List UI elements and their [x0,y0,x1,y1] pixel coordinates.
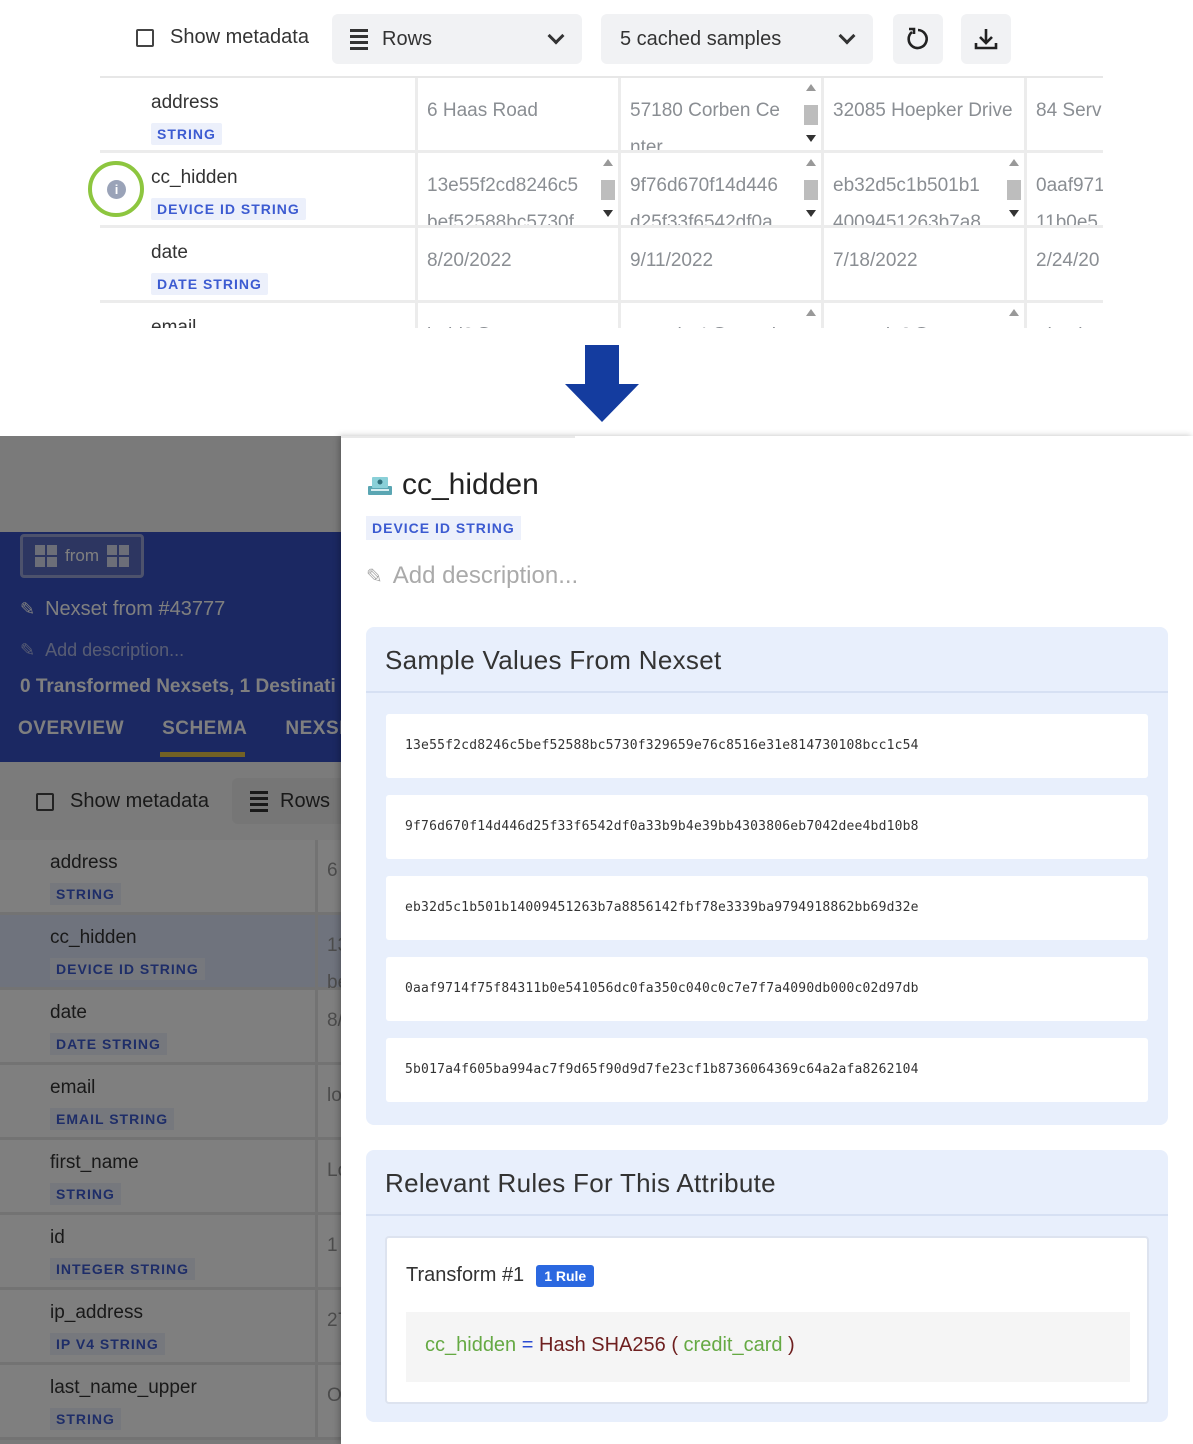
down-arrow-head [565,384,639,422]
rule-function: Hash SHA256 [539,1334,666,1356]
chevron-down-icon [547,27,565,45]
divider [341,436,575,438]
show-metadata-toggle[interactable]: Show metadata [136,26,309,49]
table-cell: 57180 Corben Ce nter [618,78,821,150]
table-cell: eb32d5c1b501b1 4009451263b7a8 [821,153,1024,225]
schema-toolbar: Show metadata Rows 5 cached samples [100,14,1103,64]
cell-scrollbar[interactable] [803,80,819,146]
rule-title: Transform #1 1 Rule [406,1264,595,1287]
sample-value: eb32d5c1b501b14009451263b7a8856142fbf78e… [386,876,1148,940]
cell-scrollbar[interactable] [600,155,616,221]
chevron-down-icon [838,27,856,45]
table-cell: 2/24/20 [1024,228,1103,300]
table-cell: 7/18/2022 [821,228,1024,300]
cell-scrollbar[interactable] [1006,155,1022,221]
attribute-title-text: cc_hidden [402,468,539,501]
rule-count-badge: 1 Rule [536,1264,595,1287]
list-icon [350,28,368,50]
table-cell: 9f76d670f14d446 d25f33f6542df0a [618,153,821,225]
info-icon[interactable]: i [107,180,126,199]
cell-scrollbar[interactable] [803,155,819,221]
sample-value: 0aaf9714f75f84311b0e541056dc0fa350c040c0… [386,957,1148,1021]
nexset-details-panel: from ✎ Nexset from #43777 ✎ Add descript… [0,436,341,1444]
device-id-icon [368,477,392,495]
card-heading: Relevant Rules For This Attribute [366,1150,1168,1216]
relevant-rules-card: Relevant Rules For This Attribute Transf… [366,1150,1168,1422]
description-placeholder: Add description... [392,562,579,589]
download-button[interactable] [961,14,1011,64]
rows-select-value: Rows [382,27,433,50]
attribute-detail-drawer: cc_hidden DEVICE ID STRING ✎ Add descrip… [341,436,1193,1444]
table-row[interactable]: cc_hidden DEVICE ID STRING 13e55f2cd8246… [100,153,1103,228]
download-icon [974,29,998,50]
edit-icon: ✎ [366,565,383,588]
attribute-name: date [151,242,188,263]
type-tag: DATE STRING [151,273,268,295]
transform-rule[interactable]: Transform #1 1 Rule cc_hidden = Hash SHA… [385,1236,1149,1404]
rule-expression: cc_hidden = Hash SHA256 ( credit_card ) [406,1312,1130,1382]
table-cell: 32085 Hoepker Drive [821,78,1024,150]
samples-select[interactable]: 5 cached samples [601,14,873,64]
rule-paren-close: ) [788,1334,795,1356]
rule-paren-open: ( [671,1334,678,1356]
rule-equals: = [521,1334,534,1356]
table-cell: 6 Haas Road [415,78,618,150]
type-tag: DEVICE ID STRING [151,198,306,220]
sample-value: 5b017a4f605ba994ac7f9d65f90d9d7fe23cf1b8… [386,1038,1148,1102]
refresh-icon [907,27,928,50]
show-metadata-label: Show metadata [170,26,309,48]
sample-table: address STRING 6 Haas Road 57180 Corben … [100,76,1103,328]
table-row[interactable]: address STRING 6 Haas Road 57180 Corben … [100,78,1103,153]
rows-select[interactable]: Rows [332,14,582,64]
table-cell: 84 Serv [1024,78,1103,150]
table-cell: lodd0@usgs.gov [415,303,618,328]
table-cell: aperche1@e-rech [618,303,821,328]
sample-value: 13e55f2cd8246c5bef52588bc5730f329659e76c… [386,714,1148,778]
table-cell: aangelo2@arstec [821,303,1024,328]
table-cell: 0aaf971 11b0e5 [1024,153,1103,225]
table-cell: tdumbr [1024,303,1103,328]
refresh-button[interactable] [893,14,943,64]
down-arrow-icon [585,345,619,385]
table-cell: 9/11/2022 [618,228,821,300]
table-row[interactable]: email lodd0@usgs.gov aperche1@e-rech aan… [100,303,1103,328]
attribute-name: email [151,317,197,328]
table-row[interactable]: date DATE STRING 8/20/2022 9/11/2022 7/1… [100,228,1103,303]
table-cell: 13e55f2cd8246c5 bef52588bc5730f [415,153,618,225]
table-cell: 8/20/2022 [415,228,618,300]
type-tag: STRING [151,123,222,145]
cell-scrollbar[interactable] [1006,305,1022,328]
rule-title-text: Transform #1 [406,1264,525,1286]
modal-backdrop[interactable] [0,436,341,1444]
sample-value: 9f76d670f14d446d25f33f6542df0a33b9b4e39b… [386,795,1148,859]
type-tag: DEVICE ID STRING [366,516,521,540]
rule-target: cc_hidden [425,1334,517,1356]
card-heading: Sample Values From Nexset [366,627,1168,693]
rule-argument: credit_card [683,1334,783,1356]
attribute-name: address [151,92,219,113]
checkbox-icon[interactable] [136,28,154,47]
attribute-title: cc_hidden [366,468,539,502]
samples-select-value: 5 cached samples [620,27,782,50]
attribute-name: cc_hidden [151,167,238,188]
sample-values-card: Sample Values From Nexset 13e55f2cd8246c… [366,627,1168,1125]
description-field[interactable]: ✎ Add description... [366,562,578,590]
cell-scrollbar[interactable] [803,305,819,328]
